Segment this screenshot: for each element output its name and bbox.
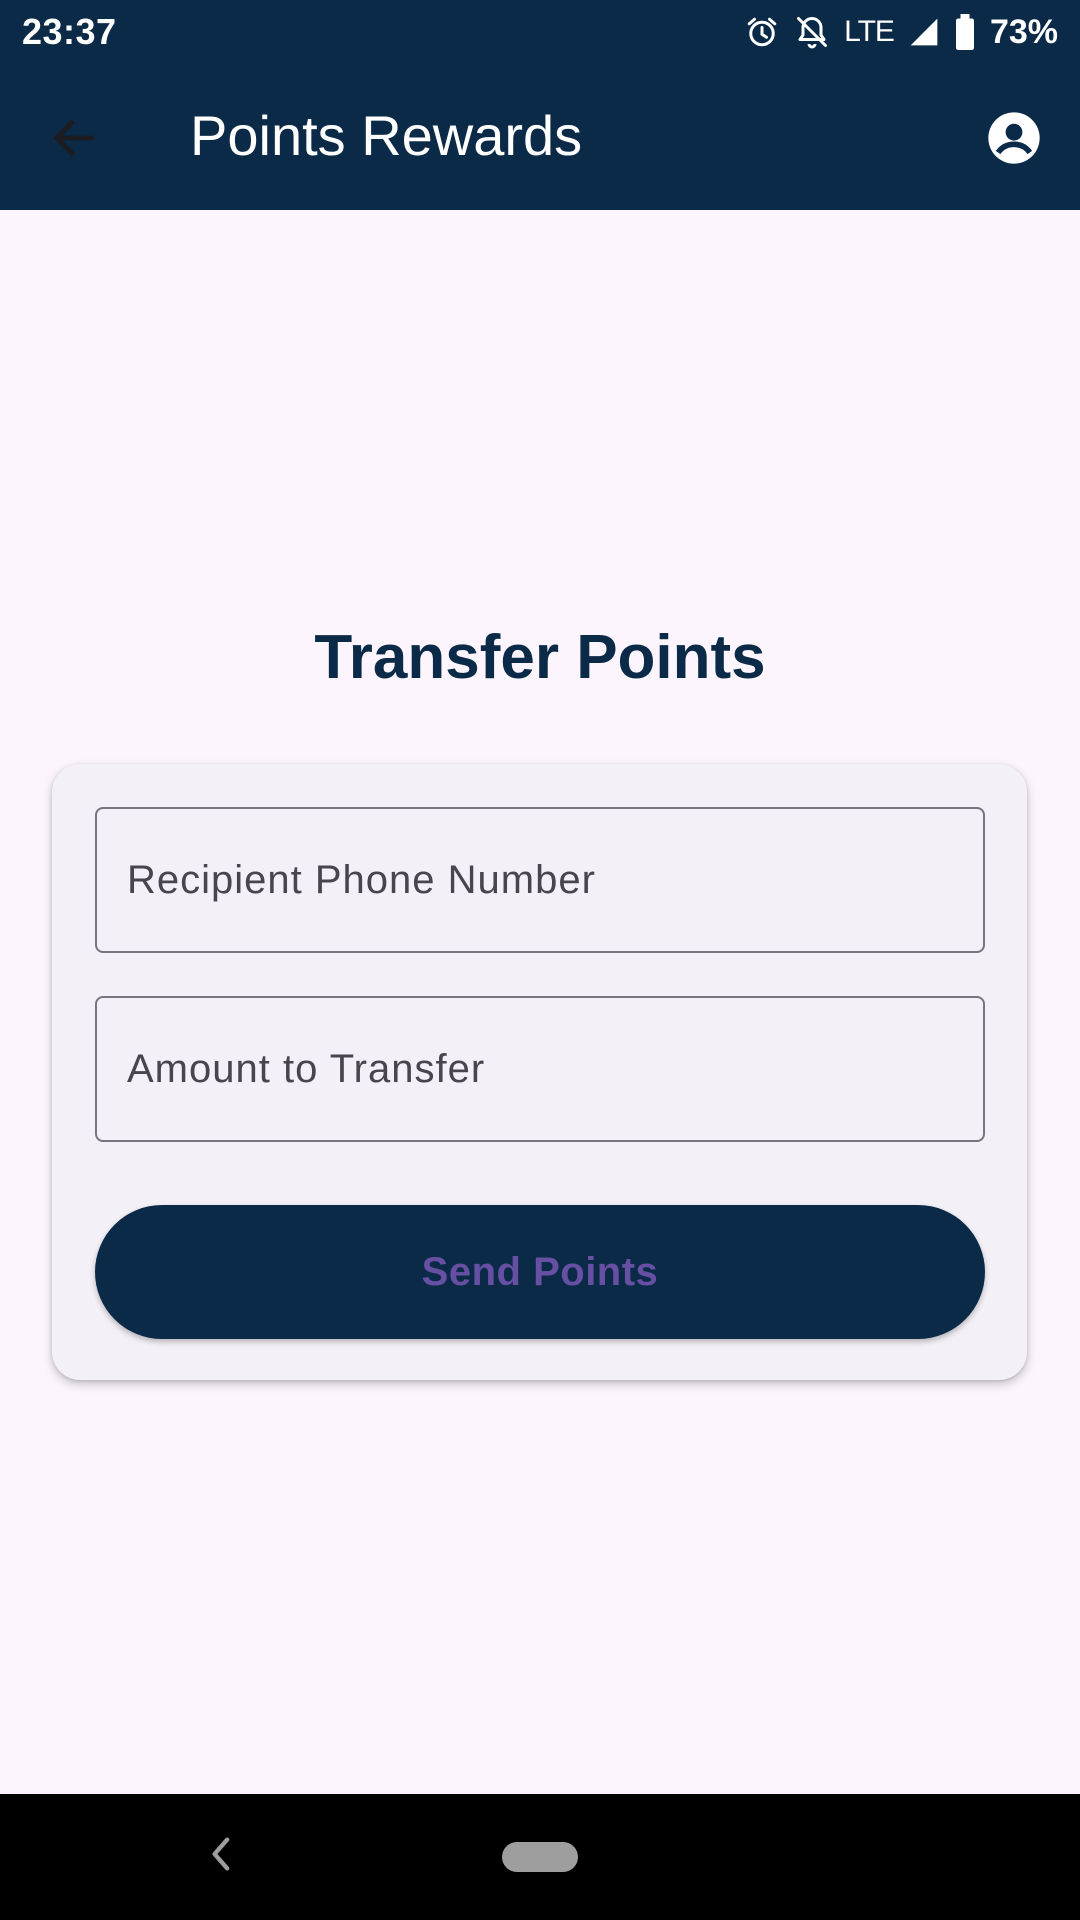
battery-icon — [954, 14, 976, 50]
back-button[interactable] — [38, 104, 110, 176]
network-type: LTE — [844, 15, 895, 48]
system-nav-bar — [0, 1794, 1080, 1920]
battery-percentage: 73% — [989, 12, 1058, 51]
account-button[interactable] — [978, 104, 1050, 176]
arrow-back-icon — [48, 112, 100, 169]
account-circle-icon — [986, 110, 1042, 171]
home-pill-icon[interactable] — [502, 1842, 578, 1872]
send-points-button[interactable]: Send Points — [95, 1205, 985, 1339]
transfer-form-card: Recipient Phone Number Amount to Transfe… — [52, 764, 1027, 1380]
recipient-phone-field[interactable]: Recipient Phone Number — [95, 807, 985, 953]
nav-back-icon — [208, 1836, 232, 1877]
page-title: Transfer Points — [314, 623, 766, 692]
nav-back-button[interactable] — [200, 1826, 240, 1886]
app-title: Points Rewards — [190, 104, 583, 167]
status-time: 23:37 — [22, 11, 117, 52]
recipient-phone-placeholder: Recipient Phone Number — [127, 857, 596, 902]
app-bar: Points Rewards — [0, 64, 1080, 210]
amount-placeholder: Amount to Transfer — [127, 1046, 486, 1091]
amount-field[interactable]: Amount to Transfer — [95, 996, 985, 1142]
alarm-icon — [744, 14, 780, 50]
send-points-label: Send Points — [421, 1249, 659, 1294]
status-bar: 23:37 LTE 73% — [0, 0, 1080, 64]
signal-icon — [908, 16, 940, 48]
status-icons: LTE 73% — [744, 13, 1058, 52]
notifications-off-icon — [794, 14, 830, 50]
